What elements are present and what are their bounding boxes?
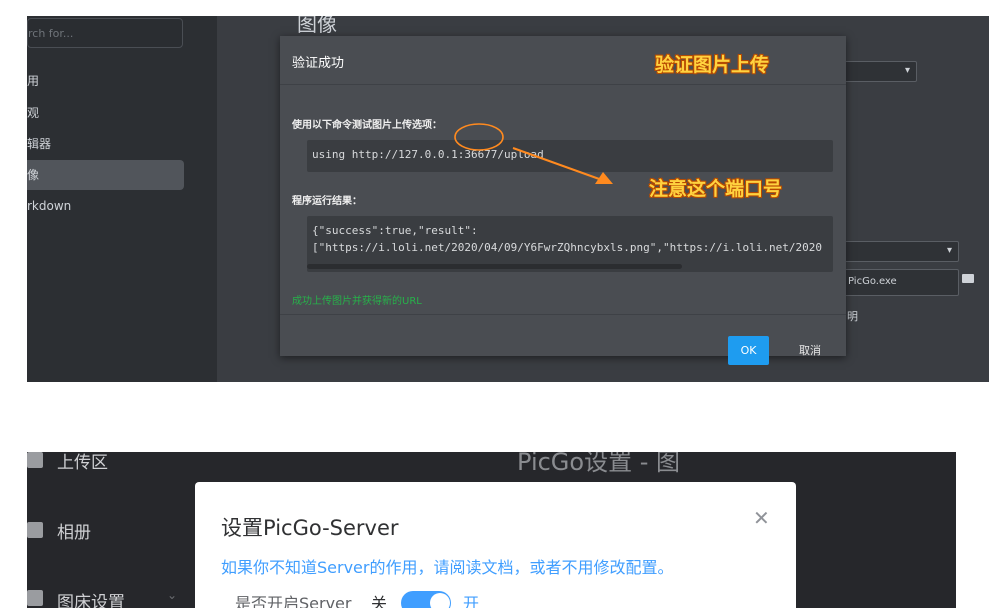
close-icon[interactable]: ✕ [753, 506, 770, 530]
nav-item-album[interactable]: 相册 [57, 518, 91, 543]
port-highlight-ellipse [454, 123, 504, 151]
typora-preferences-screenshot: rch for... 用 观 辑器 像 rkdown 图像 ▾ ▾ PicGo.… [27, 16, 989, 382]
server-enable-label: 是否开启Server [235, 594, 352, 608]
modal-title: 设置PicGo-Server [221, 516, 399, 540]
docs-link[interactable]: 如果你不知道Server的作用，请阅读文档，或者不用修改配置。 [221, 554, 673, 578]
switch-off-label: 关 [371, 594, 388, 608]
server-toggle[interactable] [401, 591, 451, 608]
switch-on-label: 开 [463, 594, 480, 608]
picgo-settings-screenshot: 上传区 相册 图床设置 ⌄ PicGo设置 - 图 设置PicGo-Server… [27, 452, 956, 608]
toggle-knob [430, 593, 450, 608]
window-title: PicGo设置 - 图 [517, 452, 681, 476]
chevron-down-icon: ⌄ [167, 588, 178, 602]
annotation-overlay [454, 123, 613, 184]
picgo-server-modal: 设置PicGo-Server ✕ 如果你不知道Server的作用，请阅读文档，或… [195, 482, 796, 608]
grid-icon [27, 590, 43, 606]
annotation-arrow [512, 147, 603, 181]
upload-icon [27, 452, 43, 468]
nav-item-upload[interactable]: 上传区 [57, 452, 108, 473]
nav-item-picbed-settings[interactable]: 图床设置 [57, 588, 125, 608]
album-icon [27, 522, 43, 538]
